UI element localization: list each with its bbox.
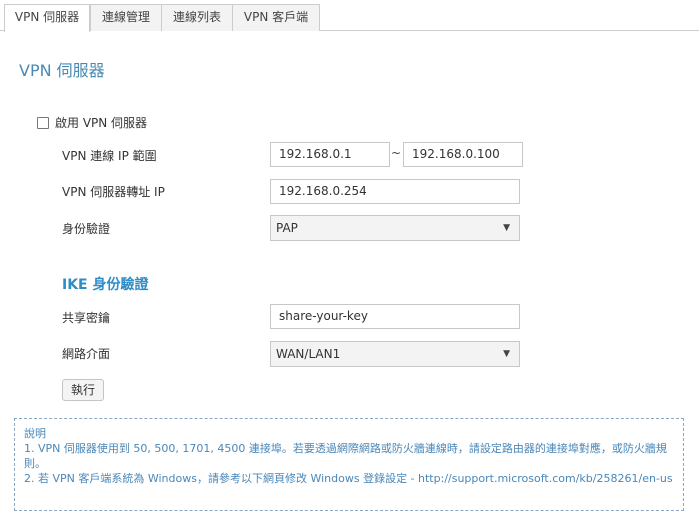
ip-range-separator: ~ (391, 146, 402, 160)
tab-vpn-server[interactable]: VPN 伺服器 (4, 4, 90, 32)
auth-select[interactable]: PAP ▼ (270, 215, 520, 241)
tab-vpn-client[interactable]: VPN 客戶端 (232, 4, 320, 31)
execute-button[interactable]: 執行 (62, 379, 104, 401)
tab-connection-list[interactable]: 連線列表 (161, 4, 233, 31)
forward-ip-input[interactable]: 192.168.0.254 (270, 179, 520, 204)
dropdown-arrow-icon: ▼ (503, 223, 510, 233)
enable-vpn-server-label: 啟用 VPN 伺服器 (55, 116, 148, 130)
enable-vpn-server-row[interactable]: 啟用 VPN 伺服器 (37, 114, 147, 131)
interface-label: 網路介面 (62, 347, 111, 361)
tab-bar: VPN 伺服器 連線管理 連線列表 VPN 客戶端 (0, 0, 699, 32)
page-title: VPN 伺服器 (19, 61, 105, 80)
psk-input[interactable]: share-your-key (270, 304, 520, 329)
notes-box: 說明 1. VPN 伺服器使用到 50, 500, 1701, 4500 連接埠… (14, 418, 684, 511)
notes-title: 說明 (24, 427, 46, 440)
dropdown-arrow-icon: ▼ (503, 349, 510, 359)
tab-connection-management[interactable]: 連線管理 (90, 4, 162, 31)
auth-select-value: PAP (276, 221, 298, 235)
enable-vpn-server-checkbox[interactable] (37, 116, 49, 129)
note-line-1: 1. VPN 伺服器使用到 50, 500, 1701, 4500 連接埠。若要… (24, 442, 667, 470)
auth-label: 身份驗證 (62, 222, 111, 236)
note-line-2: 2. 若 VPN 客戶端系統為 Windows，請參考以下網頁修改 Window… (24, 472, 673, 485)
ip-range-start-input[interactable]: 192.168.0.1 (270, 142, 390, 167)
ike-section-title: IKE 身份驗證 (62, 277, 149, 293)
ip-range-label: VPN 連線 IP 範圍 (62, 149, 157, 163)
ip-range-end-input[interactable]: 192.168.0.100 (403, 142, 523, 167)
interface-select[interactable]: WAN/LAN1 ▼ (270, 341, 520, 367)
psk-label: 共享密鑰 (62, 311, 111, 325)
forward-ip-label: VPN 伺服器轉址 IP (62, 185, 165, 199)
interface-select-value: WAN/LAN1 (276, 347, 341, 361)
